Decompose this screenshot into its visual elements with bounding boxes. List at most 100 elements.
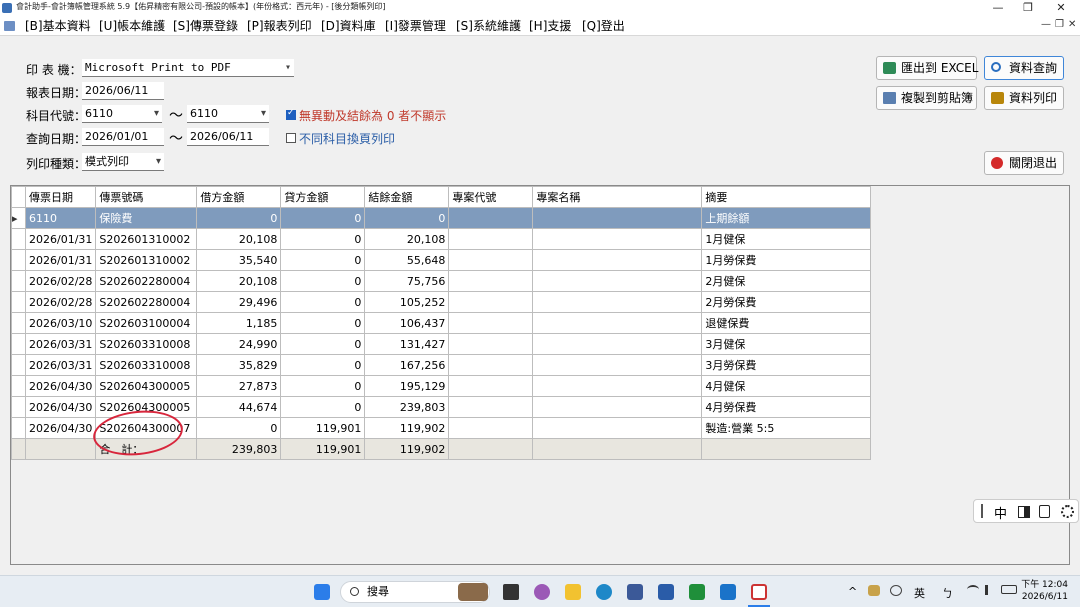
menu-logout[interactable]: [Q]登出 xyxy=(582,18,625,34)
table-cell[interactable]: 1月健保 xyxy=(701,228,872,250)
table-cell[interactable]: 3月健保 xyxy=(701,333,872,355)
table-cell[interactable]: 製造:營業 5:5 xyxy=(701,417,872,439)
table-cell[interactable]: 0 xyxy=(280,249,366,271)
show-hidden-icons[interactable]: ^ xyxy=(848,585,857,598)
menu-support[interactable]: [H]支援 xyxy=(529,18,571,34)
table-cell[interactable]: 105,252 xyxy=(364,291,450,313)
table-row[interactable]: ▸ 6110 保險費 0 0 0 上期餘額 xyxy=(11,207,872,229)
table-cell[interactable]: 1,185 xyxy=(196,312,282,334)
table-cell[interactable]: 35,829 xyxy=(196,354,282,376)
file-explorer-icon[interactable] xyxy=(565,584,581,600)
accounting-app-icon[interactable] xyxy=(751,584,767,600)
table-cell[interactable]: 75,756 xyxy=(364,270,450,292)
table-cell[interactable]: 24,990 xyxy=(196,333,282,355)
table-cell[interactable]: 2026/02/28 xyxy=(24,291,97,313)
table-cell[interactable]: 2月勞保費 xyxy=(701,291,872,313)
table-cell[interactable] xyxy=(448,228,534,250)
table-cell[interactable]: 2026/04/30 xyxy=(24,417,97,439)
table-cell[interactable] xyxy=(448,312,534,334)
table-cell[interactable]: S202602280004 xyxy=(95,270,198,292)
table-cell[interactable]: 上期餘額 xyxy=(701,207,872,229)
xbox-icon[interactable] xyxy=(689,584,705,600)
table-cell[interactable]: 0 xyxy=(364,207,450,229)
table-cell[interactable] xyxy=(532,228,703,250)
volume-icon[interactable] xyxy=(985,585,995,595)
row-header[interactable] xyxy=(11,438,26,460)
table-cell[interactable] xyxy=(448,333,534,355)
table-cell[interactable]: 1月勞保費 xyxy=(701,249,872,271)
ime-drag-handle[interactable] xyxy=(981,504,983,518)
table-cell[interactable]: 2026/02/28 xyxy=(24,270,97,292)
table-cell[interactable] xyxy=(532,270,703,292)
table-cell[interactable]: S202603100004 xyxy=(95,312,198,334)
table-cell[interactable]: 2026/04/30 xyxy=(24,396,97,418)
table-cell[interactable]: 106,437 xyxy=(364,312,450,334)
column-header[interactable]: 摘要 xyxy=(701,186,872,208)
table-cell[interactable]: 保險費 xyxy=(95,207,198,229)
column-header[interactable]: 傳票號碼 xyxy=(95,186,198,208)
row-header[interactable] xyxy=(11,228,26,250)
app-blue-icon[interactable] xyxy=(658,584,674,600)
table-cell[interactable] xyxy=(448,396,534,418)
menu-basic-data[interactable]: [B]基本資料 xyxy=(25,18,91,34)
start-icon[interactable] xyxy=(314,584,330,600)
export-excel-button[interactable]: 匯出到 EXCEL xyxy=(876,56,978,80)
table-cell[interactable]: 4月健保 xyxy=(701,375,872,397)
close-window-button[interactable]: ✕ xyxy=(1046,0,1076,16)
column-header[interactable]: 結餘金額 xyxy=(364,186,450,208)
page-break-checkbox[interactable] xyxy=(286,133,296,143)
table-row[interactable]: 2026/02/28 S202602280004 29,496 0 105,252 2月勞… xyxy=(11,291,872,313)
table-row[interactable]: 2026/02/28 S202602280004 20,108 0 75,756 2月健保 xyxy=(11,270,872,292)
menu-ledger-maintenance[interactable]: [U]帳本維護 xyxy=(99,18,165,34)
table-row[interactable]: 2026/04/30 S202604300005 27,873 0 195,129 4月健… xyxy=(11,375,872,397)
table-cell[interactable]: S202603310008 xyxy=(95,354,198,376)
language-indicator[interactable]: 英 xyxy=(914,585,925,601)
column-header[interactable]: 貸方金額 xyxy=(280,186,366,208)
query-button[interactable]: 資料查詢 xyxy=(984,56,1064,80)
table-cell[interactable]: 0 xyxy=(280,207,366,229)
weather-icon[interactable] xyxy=(868,585,880,596)
table-cell[interactable] xyxy=(448,417,534,439)
close-exit-button[interactable]: 關閉退出 xyxy=(984,151,1064,175)
report-date-field[interactable]: 2026/06/11 xyxy=(82,82,164,100)
table-cell[interactable]: 2月健保 xyxy=(701,270,872,292)
onedrive-icon[interactable] xyxy=(890,585,902,596)
table-cell[interactable]: 20,108 xyxy=(196,228,282,250)
row-header[interactable]: ▸ xyxy=(11,207,26,229)
ime-mode-indicator[interactable]: 中 xyxy=(994,503,1007,522)
menu-system-maintenance[interactable]: [S]系統維護 xyxy=(456,18,521,34)
copilot-icon[interactable] xyxy=(534,584,550,600)
battery-icon[interactable] xyxy=(1001,585,1017,594)
account-to-select[interactable]: 6110 xyxy=(187,105,269,123)
table-cell[interactable]: S202601310002 xyxy=(95,228,198,250)
table-cell[interactable]: 0 xyxy=(280,375,366,397)
table-cell[interactable]: 195,129 xyxy=(364,375,450,397)
table-cell[interactable] xyxy=(448,375,534,397)
row-header[interactable] xyxy=(11,396,26,418)
store-icon[interactable] xyxy=(627,584,643,600)
date-from-field[interactable]: 2026/01/01 xyxy=(82,128,164,146)
copy-clipboard-button[interactable]: 複製到剪貼簿 xyxy=(876,86,977,110)
printer-select[interactable]: Microsoft Print to PDF xyxy=(82,59,294,77)
mdi-restore-button[interactable]: ❐ xyxy=(1055,19,1064,30)
task-view-icon[interactable] xyxy=(503,584,519,600)
row-header[interactable] xyxy=(11,270,26,292)
menu-database[interactable]: [D]資料庫 xyxy=(321,18,376,34)
row-header[interactable] xyxy=(11,249,26,271)
table-cell[interactable]: 3月勞保費 xyxy=(701,354,872,376)
row-header[interactable] xyxy=(11,375,26,397)
table-cell[interactable]: 0 xyxy=(280,270,366,292)
table-cell[interactable] xyxy=(532,312,703,334)
print-type-select[interactable]: 模式列印 xyxy=(82,153,164,171)
table-cell[interactable]: 20,108 xyxy=(196,270,282,292)
row-header[interactable] xyxy=(11,354,26,376)
table-cell[interactable] xyxy=(532,396,703,418)
table-cell[interactable]: S202604300005 xyxy=(95,375,198,397)
table-cell[interactable]: 0 xyxy=(280,396,366,418)
column-header[interactable]: 傳票日期 xyxy=(24,186,97,208)
table-cell[interactable]: 35,540 xyxy=(196,249,282,271)
ime-halfwidth-icon[interactable] xyxy=(1018,506,1030,518)
table-cell[interactable] xyxy=(448,249,534,271)
column-header[interactable]: 專案代號 xyxy=(448,186,534,208)
wifi-icon[interactable] xyxy=(967,585,979,594)
